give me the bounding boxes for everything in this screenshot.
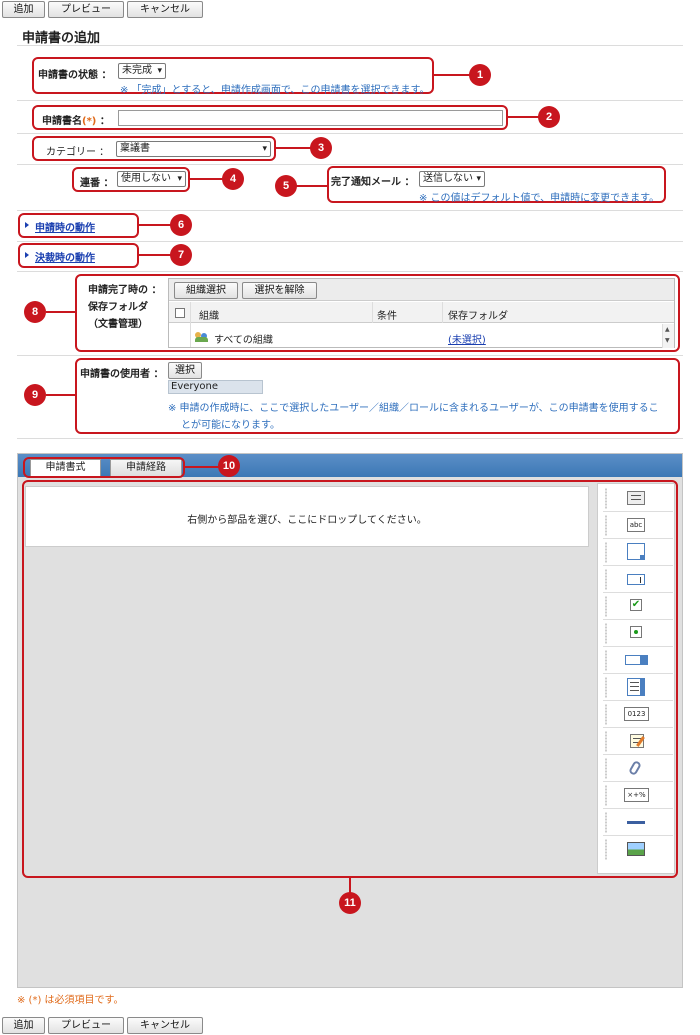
cancel-button-bottom[interactable]: キャンセル <box>127 1017 203 1034</box>
row-org: すべての組織 <box>214 335 273 346</box>
org-users-icon <box>195 331 209 342</box>
name-label-text: 申請書名 <box>42 116 82 127</box>
add-button-bottom[interactable]: 追加 <box>2 1017 45 1034</box>
users-note-line2: とが可能になります。 <box>181 420 280 431</box>
col-folder: 保存フォルダ <box>448 311 508 322</box>
folder-label-line2: 保存フォルダ <box>88 302 148 313</box>
chevron-down-icon: ▾ <box>157 66 162 76</box>
divider <box>17 210 683 211</box>
callout-line-3 <box>276 147 312 149</box>
callout-badge-6: 6 <box>170 214 192 236</box>
category-label: カテゴリー ： <box>46 147 110 158</box>
mail-value: 送信しない <box>423 173 473 184</box>
folder-label-line1: 申請完了時の ： <box>88 285 162 296</box>
callout-badge-10: 10 <box>218 455 240 477</box>
callout-box-10 <box>23 457 185 478</box>
table-scrollbar[interactable]: ▲ ▼ <box>662 324 674 348</box>
category-select[interactable]: 稟議書 ▾ <box>116 141 271 157</box>
col-divider <box>442 302 443 323</box>
serial-value: 使用しない <box>121 173 171 184</box>
users-label: 申請書の使用者 ： <box>80 369 164 380</box>
divider <box>17 45 683 46</box>
required-footnote: ※ (*) は必須項目です。 <box>17 995 124 1006</box>
name-input[interactable] <box>118 110 503 126</box>
callout-badge-11: 11 <box>339 892 361 914</box>
category-value: 稟議書 <box>120 143 150 154</box>
status-value: 未完成 <box>122 65 152 76</box>
name-label: 申請書名(*) ： <box>42 112 110 127</box>
col-divider <box>190 302 191 347</box>
add-button[interactable]: 追加 <box>2 1 45 18</box>
status-note: ※ 「完成」とすると、申請作成画面で、この申請書を選択できます。 <box>120 85 430 96</box>
row-folder-link[interactable]: (未選択) <box>448 331 486 346</box>
preview-button[interactable]: プレビュー <box>48 1 124 18</box>
divider <box>17 355 683 356</box>
callout-badge-4: 4 <box>222 168 244 190</box>
divider <box>17 100 683 101</box>
callout-line-5 <box>296 185 328 187</box>
col-condition: 条件 <box>377 311 397 322</box>
callout-badge-2: 2 <box>538 106 560 128</box>
callout-line-7 <box>139 254 172 256</box>
section-apply-link[interactable]: 申請時の動作 <box>35 219 95 234</box>
folder-table: 組織選択 選択を解除 組織 条件 保存フォルダ すべての組織 (未選択) ▲ ▼ <box>168 278 675 348</box>
users-note-line1: ※ 申請の作成時に、ここで選択したユーザー／組織／ロールに含まれるユーザーが、こ… <box>168 403 659 414</box>
callout-badge-1: 1 <box>469 64 491 86</box>
chevron-down-icon: ▾ <box>476 174 481 184</box>
required-mark: (*) <box>82 116 97 127</box>
callout-badge-5: 5 <box>275 175 297 197</box>
callout-badge-9: 9 <box>24 384 46 406</box>
divider <box>17 271 683 272</box>
callout-line-2 <box>508 116 540 118</box>
name-colon: ： <box>99 116 110 127</box>
callout-line-10 <box>185 466 219 468</box>
mail-select[interactable]: 送信しない ▾ <box>419 171 485 187</box>
mail-label: 完了通知メール ： <box>331 177 415 188</box>
scroll-down-icon[interactable]: ▼ <box>665 337 670 344</box>
chevron-down-icon: ▾ <box>177 174 182 184</box>
folder-label-line3: （文書管理） <box>88 319 148 330</box>
divider <box>17 241 683 242</box>
callout-line-6 <box>139 224 172 226</box>
callout-line-9 <box>46 394 76 396</box>
callout-badge-3: 3 <box>310 137 332 159</box>
users-select-button[interactable]: 選択 <box>168 362 202 379</box>
col-divider <box>372 302 373 323</box>
callout-box-11 <box>22 480 678 878</box>
callout-line-4 <box>190 178 224 180</box>
callout-box-9 <box>75 358 680 434</box>
scroll-up-icon[interactable]: ▲ <box>665 326 670 333</box>
page-title: 申請書の追加 <box>22 31 101 46</box>
chevron-down-icon: ▾ <box>262 144 267 154</box>
expand-arrow-icon[interactable] <box>25 222 29 228</box>
select-all-checkbox[interactable] <box>175 308 185 318</box>
callout-line-1 <box>434 74 470 76</box>
callout-line-8 <box>46 311 76 313</box>
org-select-button[interactable]: 組織選択 <box>174 282 238 299</box>
section-decide-link[interactable]: 決裁時の動作 <box>35 249 95 264</box>
divider <box>17 164 683 165</box>
callout-line-11 <box>349 878 351 893</box>
callout-badge-7: 7 <box>170 244 192 266</box>
divider <box>17 133 683 134</box>
col-org: 組織 <box>199 311 219 322</box>
status-select[interactable]: 未完成 ▾ <box>118 63 166 79</box>
status-label: 申請書の状態 ： <box>38 70 112 81</box>
clear-selection-button[interactable]: 選択を解除 <box>242 282 317 299</box>
mail-note: ※ この値はデフォルト値で、申請時に変更できます。 <box>419 193 660 204</box>
serial-select[interactable]: 使用しない ▾ <box>117 171 186 187</box>
folder-table-header <box>169 302 674 323</box>
divider <box>17 438 683 439</box>
serial-label: 連番 ： <box>80 178 114 189</box>
expand-arrow-icon[interactable] <box>25 252 29 258</box>
users-value: Everyone <box>168 380 263 394</box>
cancel-button[interactable]: キャンセル <box>127 1 203 18</box>
preview-button-bottom[interactable]: プレビュー <box>48 1017 124 1034</box>
callout-badge-8: 8 <box>24 301 46 323</box>
